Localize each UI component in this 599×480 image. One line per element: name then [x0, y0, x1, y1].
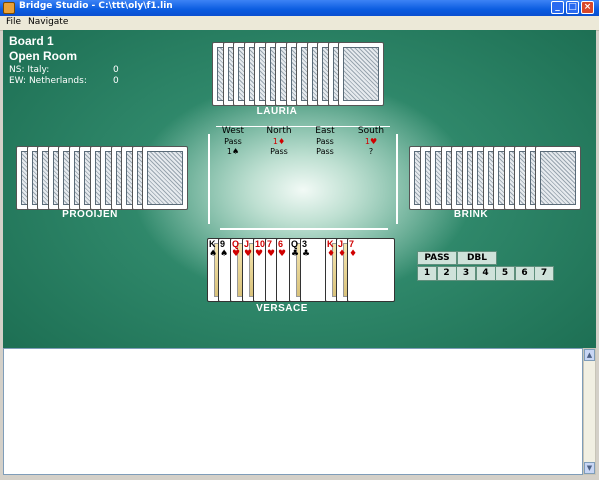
maximize-button[interactable]: □: [566, 1, 579, 14]
card-rank: K: [327, 239, 334, 249]
bid-level-button[interactable]: 4: [475, 266, 496, 281]
player-north: LAURIA: [256, 106, 298, 117]
card-suit-icon: ♣: [291, 249, 300, 259]
auction-bid: Pass: [224, 137, 242, 146]
card-rank: J: [244, 239, 250, 249]
card-suit-icon: ♥: [267, 249, 276, 259]
bid-level-button[interactable]: 6: [514, 266, 535, 281]
ew-team-label: EW: Netherlands:: [9, 76, 87, 86]
card-suit-icon: ♣: [302, 249, 311, 259]
card-suit-icon: ♠: [209, 249, 218, 259]
card-rank: 9: [220, 239, 226, 249]
player-east: BRINK: [453, 209, 489, 220]
card-rank: Q: [232, 239, 240, 249]
card-rank: K: [209, 239, 216, 249]
card-suit-icon: ♥: [278, 249, 287, 259]
player-west: PROOIJEN: [62, 209, 118, 220]
hand-card[interactable]: 7 ♦: [347, 238, 395, 302]
auction-bid: ?: [368, 147, 374, 156]
west-card-back: [142, 146, 188, 210]
double-button[interactable]: DBL: [457, 251, 497, 265]
scroll-up-icon[interactable]: ▲: [584, 349, 595, 361]
card-rank: 3: [302, 239, 308, 249]
east-card-back: [535, 146, 581, 210]
board-number: Board 1: [9, 34, 54, 48]
south-divider: [220, 228, 388, 230]
bid-level-button[interactable]: 2: [436, 266, 457, 281]
menu-file[interactable]: File: [6, 17, 21, 27]
auction-left-border: [208, 134, 210, 224]
vertical-scrollbar[interactable]: ▲ ▼: [583, 348, 596, 475]
auction-header: South: [357, 126, 385, 136]
auction-bid: 1♠: [226, 147, 240, 156]
ns-score: 0: [113, 65, 119, 75]
ns-team-label: NS: Italy:: [9, 65, 50, 75]
close-button[interactable]: ×: [581, 1, 594, 14]
card-suit-icon: ♥: [232, 249, 241, 259]
menu-navigate[interactable]: Navigate: [28, 17, 68, 27]
card-suit-icon: ♦: [327, 249, 336, 259]
player-south: VERSACE: [256, 303, 308, 314]
auction-header: East: [315, 126, 335, 136]
bid-level-button[interactable]: 5: [495, 266, 515, 281]
room-name: Open Room: [9, 49, 77, 63]
card-suit-icon: ♠: [220, 249, 229, 259]
auction-header: West: [221, 126, 245, 136]
bid-level-button[interactable]: 1: [417, 266, 437, 281]
title-bar[interactable]: Bridge Studio - C:\ttt\oly\f1.lin _ □ ×: [0, 0, 599, 16]
bridge-table: Board 1 Open Room NS: Italy: 0 EW: Nethe…: [3, 30, 596, 348]
minimize-button[interactable]: _: [551, 1, 564, 14]
bid-level-button[interactable]: 7: [534, 266, 554, 281]
auction-bid: 1♥: [364, 137, 378, 146]
card-rank: 6: [278, 239, 284, 249]
ew-score: 0: [113, 76, 119, 86]
auction-bid: Pass: [316, 137, 334, 146]
auction-bid: Pass: [316, 147, 334, 156]
card-rank: 7: [267, 239, 273, 249]
scroll-down-icon[interactable]: ▼: [584, 462, 595, 474]
window-title: Bridge Studio - C:\ttt\oly\f1.lin: [19, 1, 173, 11]
auction-bid: Pass: [270, 147, 288, 156]
auction-bid: 1♦: [272, 137, 286, 146]
card-suit-icon: ♥: [255, 249, 264, 259]
pass-button[interactable]: PASS: [417, 251, 457, 265]
card-suit-icon: ♥: [244, 249, 253, 259]
app-icon: [3, 2, 15, 14]
card-suit-icon: ♦: [349, 249, 358, 259]
bid-level-button[interactable]: 3: [456, 266, 476, 281]
commentary-pane[interactable]: [3, 348, 583, 475]
card-rank: 7: [349, 239, 355, 249]
auction-right-border: [396, 134, 398, 224]
north-card-back: [338, 42, 384, 106]
menu-bar: File Navigate: [0, 16, 599, 31]
auction-header: North: [266, 126, 292, 136]
card-suit-icon: ♦: [338, 249, 347, 259]
card-rank: J: [338, 239, 344, 249]
card-rank: 10: [255, 239, 266, 249]
card-rank: Q: [291, 239, 299, 249]
